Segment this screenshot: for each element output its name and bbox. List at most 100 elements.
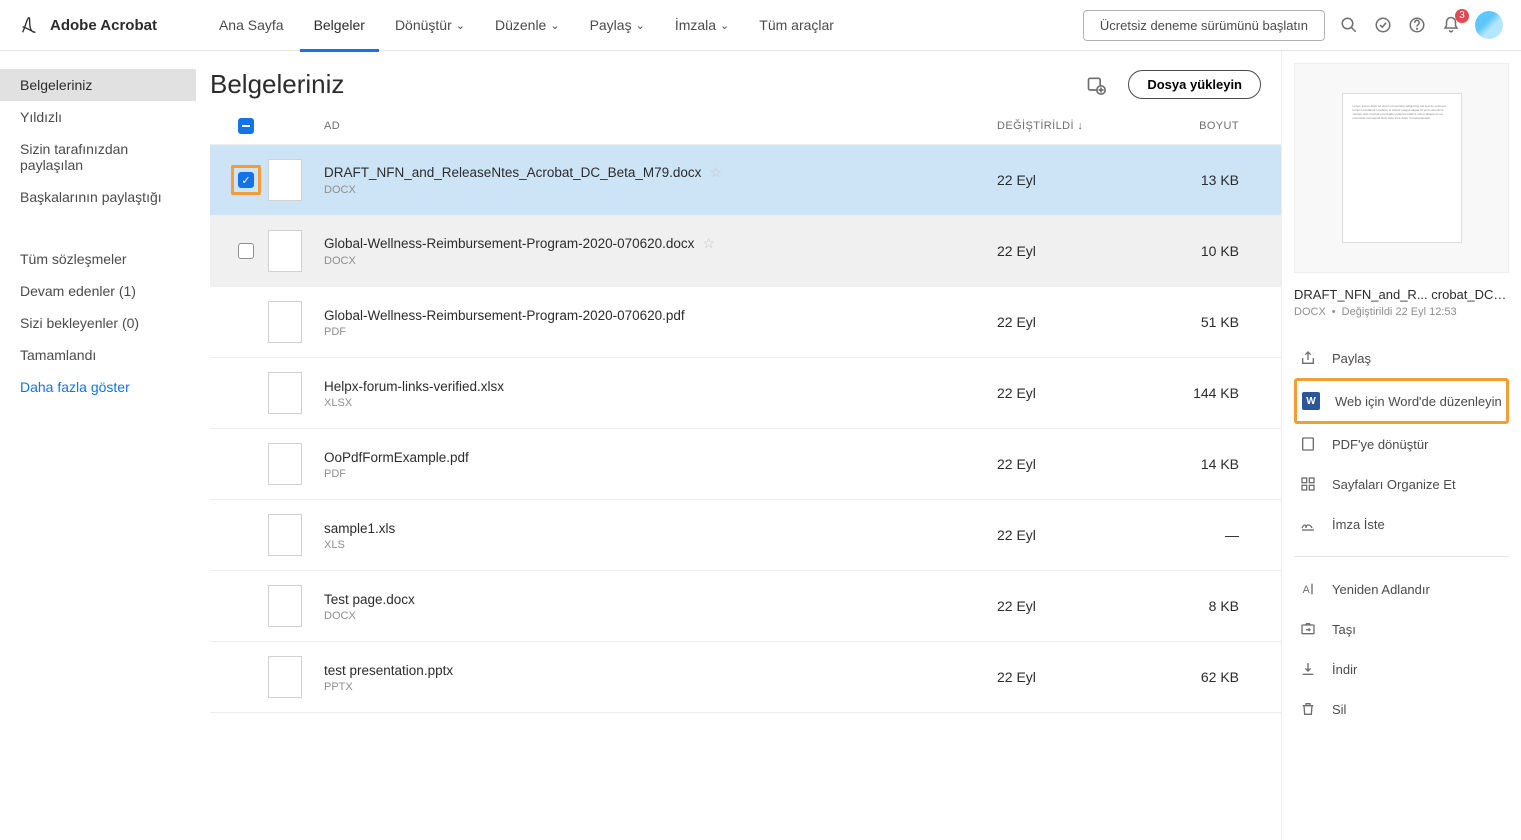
start-trial-button[interactable]: Ücretsiz deneme sürümünü başlatın bbox=[1083, 10, 1325, 41]
nav-home[interactable]: Ana Sayfa bbox=[205, 2, 298, 52]
word-icon: W bbox=[1301, 391, 1321, 411]
sidebar-item-all-agreements[interactable]: Tüm sözleşmeler bbox=[0, 243, 196, 275]
file-thumb-icon bbox=[268, 230, 302, 272]
sidebar-item-show-more[interactable]: Daha fazla göster bbox=[0, 371, 196, 403]
action-request-sign[interactable]: İmza İste bbox=[1294, 504, 1509, 544]
details-panel: Lorem ipsum dolor sit amet consectetur a… bbox=[1281, 51, 1521, 840]
select-all-checkbox[interactable] bbox=[238, 118, 254, 134]
file-thumb-icon bbox=[268, 514, 302, 556]
file-type: PDF bbox=[324, 326, 997, 338]
pdf-convert-icon bbox=[1298, 434, 1318, 454]
file-size: 51 KB bbox=[1177, 314, 1267, 330]
search-icon[interactable] bbox=[1339, 15, 1359, 35]
file-modified: 22 Eyl bbox=[997, 385, 1177, 401]
col-modified[interactable]: DEĞİŞTİRİLDİ ↓ bbox=[997, 120, 1177, 132]
file-thumb-icon bbox=[268, 301, 302, 343]
action-delete[interactable]: Sil bbox=[1294, 689, 1509, 729]
table-header: AD DEĞİŞTİRİLDİ ↓ BOYUT bbox=[210, 118, 1281, 144]
sidebar-item-shared-by-you[interactable]: Sizin tarafınızdan paylaşılan bbox=[0, 133, 196, 181]
action-edit-word-web[interactable]: WWeb için Word'de düzenleyin bbox=[1294, 378, 1509, 424]
file-row[interactable]: Global-Wellness-Reimbursement-Program-20… bbox=[210, 216, 1281, 287]
sidebar-item-your-docs[interactable]: Belgeleriniz bbox=[0, 69, 196, 101]
file-type: DOCX bbox=[324, 610, 997, 622]
organize-icon bbox=[1298, 474, 1318, 494]
star-icon[interactable]: ☆ bbox=[709, 164, 722, 180]
nav-convert[interactable]: Dönüştür⌄ bbox=[381, 2, 479, 52]
action-organize-pages[interactable]: Sayfaları Organize Et bbox=[1294, 464, 1509, 504]
chevron-down-icon: ⌄ bbox=[720, 19, 729, 32]
sidebar-item-waiting[interactable]: Sizi bekleyenler (0) bbox=[0, 307, 196, 339]
move-icon bbox=[1298, 619, 1318, 639]
action-rename[interactable]: AYeniden Adlandır bbox=[1294, 569, 1509, 609]
chevron-down-icon: ⌄ bbox=[636, 19, 645, 32]
file-row[interactable]: OoPdfFormExample.pdfPDF22 Eyl14 KB bbox=[210, 429, 1281, 500]
chevron-down-icon: ⌄ bbox=[456, 19, 465, 32]
svg-text:A: A bbox=[1303, 584, 1311, 596]
logo[interactable]: Adobe Acrobat bbox=[18, 14, 157, 36]
sidebar-item-shared-by-others[interactable]: Başkalarının paylaştığı bbox=[0, 181, 196, 213]
file-row[interactable]: sample1.xlsXLS22 Eyl— bbox=[210, 500, 1281, 571]
trash-icon bbox=[1298, 699, 1318, 719]
nav-sign[interactable]: İmzala⌄ bbox=[661, 2, 743, 52]
main-header: Belgeleriniz Dosya yükleyin bbox=[210, 69, 1281, 100]
file-row[interactable]: test presentation.pptxPPTX22 Eyl62 KB bbox=[210, 642, 1281, 713]
download-icon bbox=[1298, 659, 1318, 679]
nav-documents[interactable]: Belgeler bbox=[300, 2, 379, 52]
file-modified: 22 Eyl bbox=[997, 314, 1177, 330]
file-name: Global-Wellness-Reimbursement-Program-20… bbox=[324, 236, 694, 251]
file-size: — bbox=[1177, 527, 1267, 543]
file-row[interactable]: Global-Wellness-Reimbursement-Program-20… bbox=[210, 287, 1281, 358]
nav-share[interactable]: Paylaş⌄ bbox=[576, 2, 659, 52]
notif-badge: 3 bbox=[1455, 9, 1469, 23]
file-size: 10 KB bbox=[1177, 243, 1267, 259]
file-type: PPTX bbox=[324, 681, 997, 693]
main-nav: Ana Sayfa Belgeler Dönüştür⌄ Düzenle⌄ Pa… bbox=[205, 0, 848, 50]
file-name: Helpx-forum-links-verified.xlsx bbox=[324, 379, 504, 394]
task-complete-icon[interactable] bbox=[1373, 15, 1393, 35]
upload-button[interactable]: Dosya yükleyin bbox=[1128, 70, 1261, 99]
row-checkbox[interactable]: ✓ bbox=[238, 172, 254, 188]
col-name[interactable]: AD bbox=[324, 120, 997, 132]
sidebar-item-completed[interactable]: Tamamlandı bbox=[0, 339, 196, 371]
details-filename: DRAFT_NFN_and_R... crobat_DC_Beta_M79 bbox=[1294, 287, 1509, 302]
file-list[interactable]: ✓ DRAFT_NFN_and_ReleaseNtes_Acrobat_DC_Be… bbox=[210, 144, 1281, 840]
file-size: 14 KB bbox=[1177, 456, 1267, 472]
col-size[interactable]: BOYUT bbox=[1177, 120, 1267, 132]
nav-all-tools[interactable]: Tüm araçlar bbox=[745, 2, 848, 52]
file-preview[interactable]: Lorem ipsum dolor sit amet consectetur a… bbox=[1294, 63, 1509, 273]
action-share[interactable]: Paylaş bbox=[1294, 338, 1509, 378]
top-right: Ücretsiz deneme sürümünü başlatın 3 bbox=[1083, 10, 1503, 41]
sidebar-item-in-progress[interactable]: Devam edenler (1) bbox=[0, 275, 196, 307]
details-meta: DOCX•Değiştirildi 22 Eyl 12:53 bbox=[1294, 306, 1509, 318]
add-from-cloud-icon[interactable] bbox=[1086, 75, 1106, 95]
separator bbox=[1294, 556, 1509, 557]
row-checkbox[interactable] bbox=[238, 243, 254, 259]
action-download[interactable]: İndir bbox=[1294, 649, 1509, 689]
file-type: DOCX bbox=[324, 255, 997, 267]
action-convert-pdf[interactable]: PDF'ye dönüştür bbox=[1294, 424, 1509, 464]
file-size: 8 KB bbox=[1177, 598, 1267, 614]
avatar[interactable] bbox=[1475, 11, 1503, 39]
rename-icon: A bbox=[1298, 579, 1318, 599]
file-row[interactable]: ✓ DRAFT_NFN_and_ReleaseNtes_Acrobat_DC_Be… bbox=[210, 145, 1281, 216]
file-type: DOCX bbox=[324, 184, 997, 196]
file-modified: 22 Eyl bbox=[997, 243, 1177, 259]
file-modified: 22 Eyl bbox=[997, 527, 1177, 543]
file-row[interactable]: Helpx-forum-links-verified.xlsxXLSX22 Ey… bbox=[210, 358, 1281, 429]
file-size: 13 KB bbox=[1177, 172, 1267, 188]
notifications-icon[interactable]: 3 bbox=[1441, 15, 1461, 35]
file-name: DRAFT_NFN_and_ReleaseNtes_Acrobat_DC_Bet… bbox=[324, 165, 701, 180]
action-list: Paylaş WWeb için Word'de düzenleyin PDF'… bbox=[1294, 338, 1509, 729]
sidebar-item-starred[interactable]: Yıldızlı bbox=[0, 101, 196, 133]
action-move[interactable]: Taşı bbox=[1294, 609, 1509, 649]
file-name: Test page.docx bbox=[324, 592, 415, 607]
star-icon[interactable]: ☆ bbox=[702, 235, 715, 251]
share-icon bbox=[1298, 348, 1318, 368]
sidebar: Belgeleriniz Yıldızlı Sizin tarafınızdan… bbox=[0, 51, 196, 840]
nav-edit[interactable]: Düzenle⌄ bbox=[481, 2, 574, 52]
file-name: sample1.xls bbox=[324, 521, 395, 536]
help-icon[interactable] bbox=[1407, 15, 1427, 35]
file-name: Global-Wellness-Reimbursement-Program-20… bbox=[324, 308, 685, 323]
file-row[interactable]: Test page.docxDOCX22 Eyl8 KB bbox=[210, 571, 1281, 642]
file-thumb-icon bbox=[268, 372, 302, 414]
